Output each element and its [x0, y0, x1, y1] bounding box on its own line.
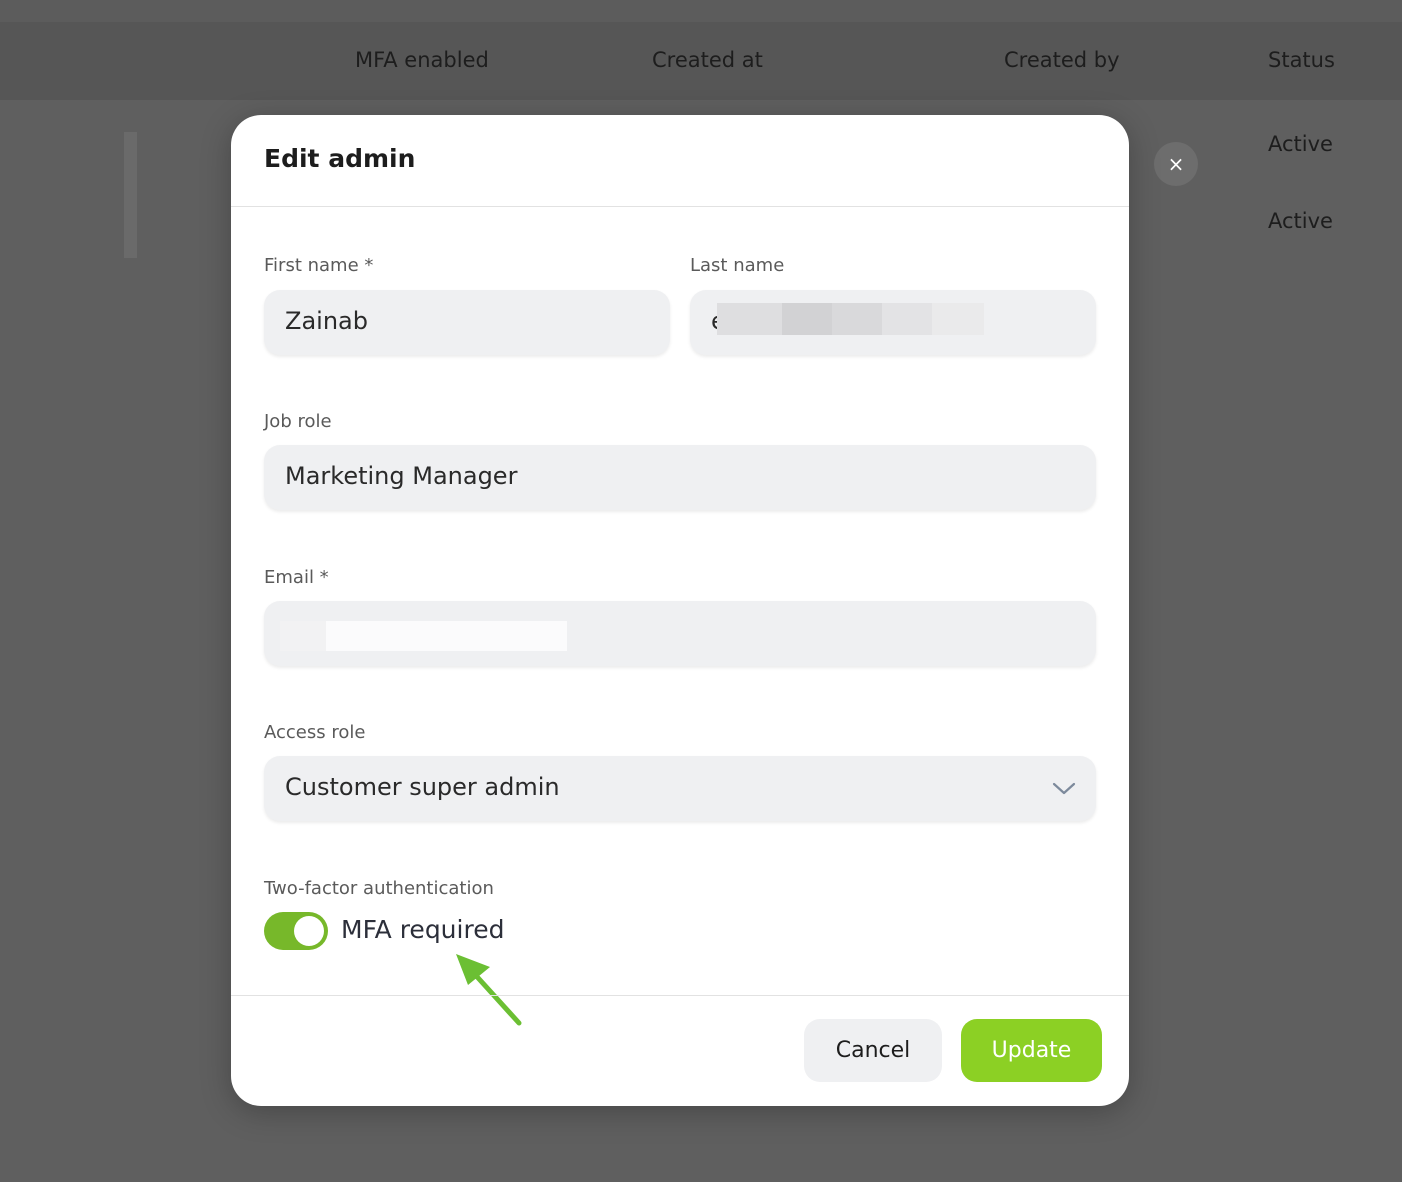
- dialog-title: Edit admin: [264, 144, 416, 173]
- chevron-down-icon: [1052, 782, 1076, 795]
- footer-divider: [231, 995, 1129, 996]
- access-role-value: Customer super admin: [285, 773, 560, 801]
- access-role-label: Access role: [264, 722, 366, 743]
- status-cell: Active: [1268, 209, 1333, 233]
- last-name-label: Last name: [690, 255, 785, 276]
- background-top-strip: [0, 0, 1402, 22]
- edit-admin-dialog: Edit admin First name * Zainab Last name…: [231, 115, 1129, 1106]
- annotation-arrow-icon: [456, 954, 522, 1026]
- table-header: MFA enabled Created at Created by Status: [0, 22, 1402, 100]
- background-scroll-indicator: [124, 132, 137, 258]
- access-role-select[interactable]: Customer super admin: [264, 756, 1096, 821]
- job-role-value: Marketing Manager: [285, 462, 518, 490]
- last-name-input[interactable]: e: [690, 290, 1096, 355]
- job-role-input[interactable]: Marketing Manager: [264, 445, 1096, 510]
- email-label: Email *: [264, 567, 329, 588]
- mfa-toggle-label: MFA required: [341, 915, 505, 944]
- first-name-value: Zainab: [285, 307, 368, 335]
- first-name-label: First name *: [264, 255, 374, 276]
- two-factor-label: Two-factor authentication: [264, 878, 494, 899]
- status-cell: Active: [1268, 132, 1333, 156]
- column-header-status: Status: [1268, 48, 1335, 72]
- close-icon[interactable]: ×: [1154, 142, 1198, 186]
- toggle-knob: [294, 916, 324, 946]
- first-name-input[interactable]: Zainab: [264, 290, 670, 355]
- cancel-button[interactable]: Cancel: [804, 1019, 942, 1082]
- column-header-created-by: Created by: [1004, 48, 1120, 72]
- email-input[interactable]: [264, 601, 1096, 666]
- dialog-header: Edit admin: [231, 115, 1129, 207]
- column-header-mfa-enabled: MFA enabled: [355, 48, 489, 72]
- mfa-toggle[interactable]: [264, 912, 328, 950]
- update-button[interactable]: Update: [961, 1019, 1102, 1082]
- job-role-label: Job role: [264, 411, 332, 432]
- column-header-created-at: Created at: [652, 48, 763, 72]
